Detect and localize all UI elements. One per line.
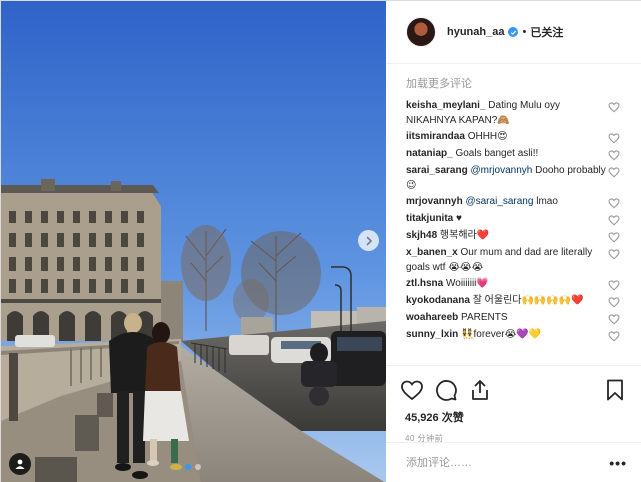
comment-like-heart-icon[interactable] [607,230,621,244]
comment-text: keisha_meylani_ Dating Mulu oyy NIKAHNYA… [406,99,606,128]
comment-body: 👯forever😭💜💛 [461,329,542,340]
comment-body: PARENTS [461,312,508,323]
comment-text: sarai_sarang @mrjovannyh Dooho probably😉 [406,164,606,193]
comment-text: kyokodanana 잘 어울린다🙌🙌🙌🙌❤️ [406,294,606,309]
add-comment-form: ••• [386,442,641,482]
comment-text: sunny_lxin 👯forever😭💜💛 [406,328,606,343]
header-separator: • [522,26,527,38]
comment-username[interactable]: ztl.hsna [406,278,443,289]
comment-row: woahareeb PARENTS [406,311,621,326]
comment-username[interactable]: iitsmirandaa [406,131,465,142]
comment-body: 잘 어울린다🙌🙌🙌🙌❤️ [472,295,584,306]
comment-username[interactable]: sunny_lxin [406,329,458,340]
comment-body: ♥ [456,213,462,224]
next-photo-button[interactable] [358,230,379,251]
comment-like-heart-icon[interactable] [607,213,621,227]
load-more-comments-link[interactable]: 加载更多评论 [406,75,621,97]
comment-username[interactable]: x_banen_x [406,247,458,258]
comment-row: iitsmirandaa OHHH😍 [406,130,621,145]
comment-row: mrjovannyh @sarai_sarang lmao [406,195,621,210]
comment-username[interactable]: skjh48 [406,230,437,241]
comment-text: x_banen_x Our mum and dad are literally … [406,246,606,275]
bookmark-icon[interactable] [603,378,627,402]
comment-icon[interactable] [434,378,458,402]
comment-username[interactable]: woahareeb [406,312,458,323]
comment-row: ztl.hsna Woiiiiiii💗 [406,277,621,292]
comment-row: titakjunita ♥ [406,212,621,227]
comment-like-heart-icon[interactable] [607,312,621,326]
comment-body: lmao [536,196,558,207]
comment-text: iitsmirandaa OHHH😍 [406,130,606,145]
comment-username[interactable]: mrjovannyh [406,196,463,207]
comment-like-heart-icon[interactable] [607,100,621,114]
avatar[interactable] [406,17,436,47]
comment-text: nataniap_ Goals banget asli!! [406,147,606,162]
comment-mention[interactable]: @mrjovannyh [471,165,533,176]
tagged-users-button[interactable] [9,453,31,475]
comment-like-heart-icon[interactable] [607,148,621,162]
comment-like-heart-icon[interactable] [607,247,621,261]
header-username[interactable]: hyunah_aa [447,26,504,38]
comment-like-heart-icon[interactable] [607,295,621,309]
heart-icon[interactable] [400,378,424,402]
carousel-indicator [185,464,201,470]
comment-username[interactable]: sarai_sarang [406,165,468,176]
comment-row: x_banen_x Our mum and dad are literally … [406,246,621,275]
comment-text: titakjunita ♥ [406,212,606,227]
comment-body: OHHH😍 [467,131,508,142]
comment-text: skjh48 행복해라❤️ [406,229,606,244]
comment-text: woahareeb PARENTS [406,311,606,326]
comment-body: Goals banget asli!! [455,148,539,159]
carousel-dot-active [185,464,191,470]
instagram-post-modal: hyunah_aa • 已关注 加载更多评论 keisha_meylani_ D… [0,0,641,482]
comment-username[interactable]: kyokodanana [406,295,470,306]
post-header: hyunah_aa • 已关注 [386,1,641,64]
comment-like-heart-icon[interactable] [607,165,621,179]
carousel-dot [195,464,201,470]
post-actions: 45,926 次赞 40 分钟前 [386,365,641,444]
post-sidebar: hyunah_aa • 已关注 加载更多评论 keisha_meylani_ D… [386,1,641,482]
more-options-button[interactable]: ••• [609,455,627,471]
comment-row: nataniap_ Goals banget asli!! [406,147,621,162]
share-icon[interactable] [468,378,492,402]
comment-row: sarai_sarang @mrjovannyh Dooho probably😉 [406,164,621,193]
comment-row: keisha_meylani_ Dating Mulu oyy NIKAHNYA… [406,99,621,128]
chevron-right-icon [366,236,372,245]
comment-username[interactable]: titakjunita [406,213,453,224]
comment-row: sunny_lxin 👯forever😭💜💛 [406,328,621,343]
comment-like-heart-icon[interactable] [607,131,621,145]
comment-row: skjh48 행복해라❤️ [406,229,621,244]
post-photo[interactable] [1,1,386,482]
following-button[interactable]: 已关注 [530,24,563,40]
comment-like-heart-icon[interactable] [607,196,621,210]
likes-count[interactable]: 45,926 次赞 [400,409,627,425]
comment-row: kyokodanana 잘 어울린다🙌🙌🙌🙌❤️ [406,294,621,309]
comment-username[interactable]: keisha_meylani_ [406,100,486,111]
user-tag-icon [15,459,25,469]
comment-body: 행복해라❤️ [439,230,490,241]
verified-badge-icon [508,27,519,37]
comment-username[interactable]: nataniap_ [406,148,453,159]
comment-body: Woiiiiiii💗 [446,278,489,289]
street-scene-image [1,1,386,482]
comment-mention[interactable]: @sarai_sarang [465,196,533,207]
comment-text: ztl.hsna Woiiiiiii💗 [406,277,606,292]
comment-input[interactable] [406,457,606,469]
comment-text: mrjovannyh @sarai_sarang lmao [406,195,606,210]
comment-like-heart-icon[interactable] [607,329,621,343]
comments-list: 加载更多评论 keisha_meylani_ Dating Mulu oyy N… [386,65,641,365]
comment-like-heart-icon[interactable] [607,278,621,292]
